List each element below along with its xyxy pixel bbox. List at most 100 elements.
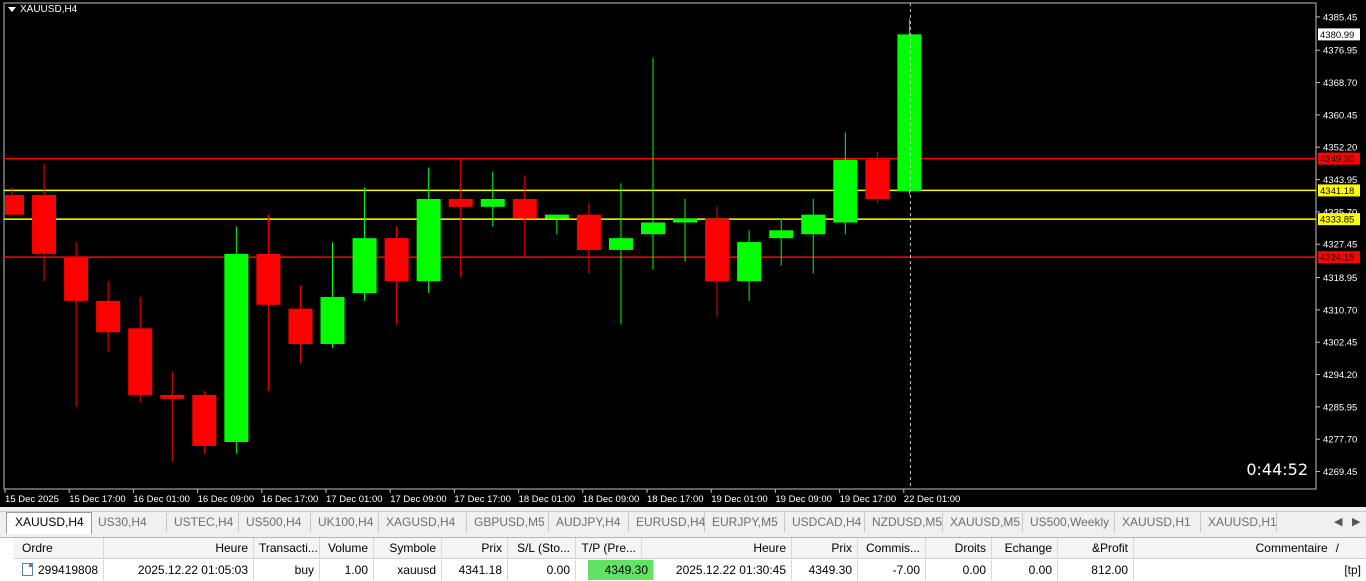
y-tick-label: 4285.95 <box>1323 402 1357 413</box>
candle-body <box>192 394 217 446</box>
cell-heure-close: 2025.12.22 01:30:45 <box>642 560 792 580</box>
y-tick-label: 4343.95 <box>1323 175 1357 186</box>
x-tick-label: 19 Dec 09:00 <box>775 494 832 505</box>
col-tp[interactable]: T/P (Pre... <box>576 538 642 558</box>
level-price-label: 4333.85 <box>1320 215 1354 226</box>
x-tick-label: 16 Dec 09:00 <box>198 494 255 505</box>
tab-audjpy-h4[interactable]: AUDJPY,H4 <box>548 513 629 532</box>
candle-body <box>64 257 89 301</box>
candle-body <box>128 328 153 395</box>
col-echange[interactable]: Echange <box>992 538 1058 558</box>
cell-echange: 0.00 <box>992 560 1058 580</box>
col-commission[interactable]: Commis... <box>858 538 926 558</box>
x-tick-label: 19 Dec 17:00 <box>840 494 897 505</box>
tab-gbpusd-m5[interactable]: GBPUSD,M5 <box>466 513 549 532</box>
candle-body <box>576 214 601 250</box>
cell-sl: 0.00 <box>508 560 576 580</box>
chart-title: XAUUSD,H4 <box>8 4 77 15</box>
bearish-candle <box>5 187 24 215</box>
bearish-candle <box>288 285 313 364</box>
cell-ordre: 299419808 <box>14 560 104 580</box>
candle-body <box>5 195 24 215</box>
candle-timer: 0:44:52 <box>1246 460 1308 479</box>
col-profit[interactable]: &Profit <box>1058 538 1134 558</box>
chart-menu-triangle-icon[interactable] <box>8 6 16 12</box>
bullish-candle <box>673 198 698 262</box>
tab-nzdusd-m5[interactable]: NZDUSD,M5 <box>864 513 943 532</box>
tab-us500-weekly[interactable]: US500,Weekly <box>1022 513 1115 532</box>
col-droits[interactable]: Droits <box>926 538 992 558</box>
candle-body <box>256 253 281 305</box>
candle-body <box>96 300 121 333</box>
col-prix-close[interactable]: Prix <box>792 538 858 558</box>
y-tick-label: 4294.20 <box>1323 370 1357 381</box>
bullish-candle <box>833 132 858 235</box>
tab-xauusd-h1[interactable]: XAUUSD,H1 <box>1200 513 1277 532</box>
tab-xauusd-h4[interactable]: XAUUSD,H4 <box>6 512 92 534</box>
scroll-left-arrow-icon[interactable]: ◀ <box>1334 515 1342 528</box>
x-tick-label: 18 Dec 09:00 <box>583 494 640 505</box>
y-tick-label: 4360.45 <box>1323 110 1357 121</box>
tab-eurjpy-m5[interactable]: EURJPY,M5 <box>704 513 785 532</box>
table-row[interactable]: 299419808 2025.12.22 01:05:03 buy 1.00 x… <box>14 560 1366 580</box>
candle-body <box>769 230 794 239</box>
col-symbole[interactable]: Symbole <box>374 538 442 558</box>
tab-eurusd-h4[interactable]: EURUSD,H4 <box>628 513 705 532</box>
bearish-candle <box>32 163 57 282</box>
tab-xauusd-m5[interactable]: XAUUSD,M5 <box>942 513 1023 532</box>
y-tick-label: 4318.95 <box>1323 273 1357 284</box>
x-tick-label: 19 Dec 01:00 <box>711 494 768 505</box>
col-prix-open[interactable]: Prix <box>442 538 508 558</box>
y-tick-label: 4277.70 <box>1323 435 1357 446</box>
col-volume[interactable]: Volume <box>320 538 374 558</box>
bearish-candle <box>705 206 730 317</box>
tab-us30-h4[interactable]: US30,H4 <box>90 513 167 532</box>
bearish-candle <box>512 175 537 258</box>
chart-canvas[interactable]: 4385.45 4376.95 4368.70 4360.45 4352.20 4343.… <box>0 0 1366 507</box>
y-tick-label: 4327.45 <box>1323 240 1357 251</box>
cell-volume: 1.00 <box>320 560 374 580</box>
cell-profit: 812.00 <box>1058 560 1134 580</box>
col-ordre[interactable]: Ordre <box>14 538 104 558</box>
candle-body <box>32 195 57 254</box>
tab-xagusd-h4[interactable]: XAGUSD,H4 <box>378 513 467 532</box>
candle-body <box>801 214 826 235</box>
candle-body <box>833 159 858 223</box>
cell-commission: -7.00 <box>858 560 926 580</box>
y-tick-label: 4368.70 <box>1323 78 1357 89</box>
bullish-candle <box>352 187 377 301</box>
bullish-candle <box>544 214 569 235</box>
col-heure-close[interactable]: Heure <box>642 538 792 558</box>
document-icon <box>22 563 33 576</box>
col-sl[interactable]: S/L (Sto... <box>508 538 576 558</box>
bullish-candle <box>641 57 665 270</box>
tab-uk100-h4[interactable]: UK100,H4 <box>310 513 379 532</box>
bearish-candle <box>64 242 89 407</box>
x-tick-label: 22 Dec 01:00 <box>904 494 961 505</box>
cell-type: buy <box>254 560 320 580</box>
current-price-label: 4380.99 <box>1320 30 1354 41</box>
bearish-candle <box>192 391 217 454</box>
tab-usdcad-h4[interactable]: USDCAD,H4 <box>784 513 865 532</box>
y-tick-label: 4385.45 <box>1323 12 1357 23</box>
cell-droits: 0.00 <box>926 560 992 580</box>
col-commentaire[interactable]: Commentaire / <box>1134 538 1344 558</box>
bearish-candle <box>128 296 153 403</box>
price-chart[interactable]: 4385.45 4376.95 4368.70 4360.45 4352.20 4343.… <box>0 0 1366 507</box>
y-tick-label: 4269.45 <box>1323 467 1357 478</box>
bullish-candle <box>801 198 826 274</box>
col-transaction[interactable]: Transacti... <box>254 538 320 558</box>
bullish-candle <box>320 242 345 348</box>
candle-body <box>512 198 537 219</box>
tab-xauusd-h1[interactable]: XAUUSD,H1 <box>1114 513 1201 532</box>
scroll-right-arrow-icon[interactable]: ▶ <box>1352 515 1360 528</box>
candle-body <box>897 34 922 192</box>
x-tick-label: 15 Dec 17:00 <box>69 494 126 505</box>
candle-body <box>705 218 730 282</box>
bullish-candle <box>769 218 794 266</box>
col-heure-open[interactable]: Heure <box>104 538 254 558</box>
chart-title-text: XAUUSD,H4 <box>20 4 78 15</box>
tab-us500-h4[interactable]: US500,H4 <box>238 513 311 532</box>
tab-ustec-h4[interactable]: USTEC,H4 <box>166 513 239 532</box>
candle-body <box>352 238 377 294</box>
